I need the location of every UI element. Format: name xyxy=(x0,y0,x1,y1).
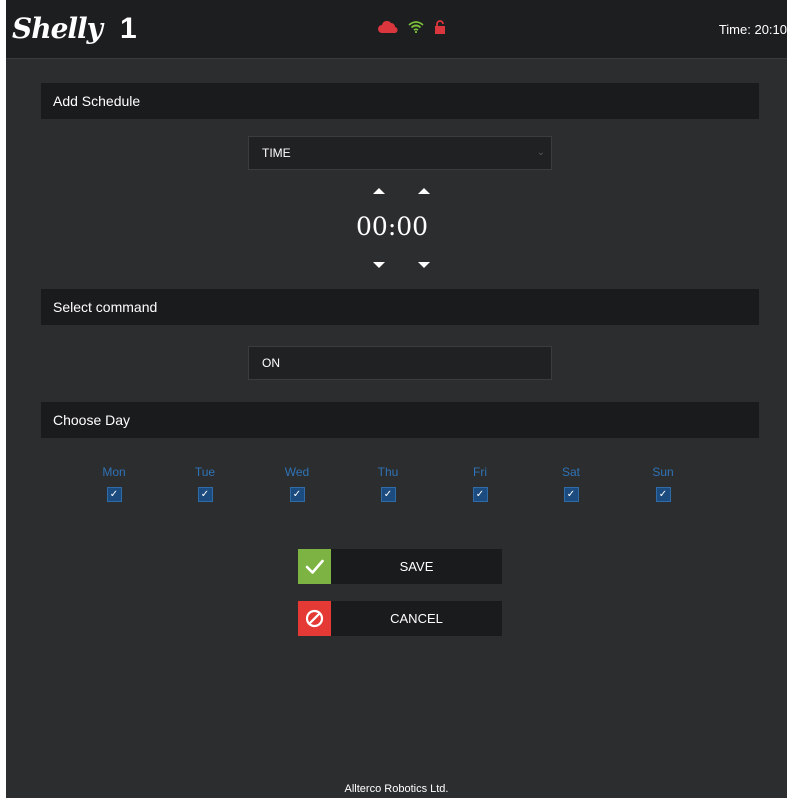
day-checkbox[interactable]: ✓ xyxy=(106,487,122,502)
day-sun: Sun ✓ xyxy=(643,465,683,502)
section-choose-day: Choose Day xyxy=(41,402,759,438)
day-label: Fri xyxy=(473,465,487,479)
day-fri: Fri ✓ xyxy=(460,465,500,502)
section-select-command: Select command xyxy=(41,289,759,325)
day-tue: Tue ✓ xyxy=(185,465,225,502)
app-window: Shelly 1 Time: 20:10 Add Schedule TIME ⌄ xyxy=(6,0,787,798)
device-model: 1 xyxy=(120,12,137,45)
time-display: 00:00 xyxy=(356,212,428,241)
day-sat: Sat ✓ xyxy=(551,465,591,502)
status-icons xyxy=(378,20,446,34)
chevron-down-icon: ⌄ xyxy=(536,147,545,158)
day-label: Wed xyxy=(284,465,310,479)
command-select[interactable]: ON xyxy=(248,346,552,380)
save-button-label: SAVE xyxy=(399,559,434,574)
day-checkbox[interactable]: ✓ xyxy=(289,487,305,502)
cancel-button-label: CANCEL xyxy=(390,611,443,626)
time-separator: : xyxy=(387,212,397,241)
minute-decrement-arrow[interactable] xyxy=(418,262,430,268)
day-label: Thu xyxy=(377,465,399,479)
day-wed: Wed ✓ xyxy=(277,465,317,502)
day-checkbox[interactable]: ✓ xyxy=(472,487,488,502)
day-thu: Thu ✓ xyxy=(368,465,408,502)
schedule-mode-select[interactable]: TIME ⌄ xyxy=(248,136,552,170)
day-checkbox[interactable]: ✓ xyxy=(655,487,671,502)
command-value: ON xyxy=(262,356,280,370)
logo: Shelly xyxy=(12,12,103,45)
lock-open-icon xyxy=(435,20,445,34)
day-label: Sun xyxy=(652,465,674,479)
hour-decrement-arrow[interactable] xyxy=(373,262,385,268)
day-label: Mon xyxy=(102,465,126,479)
footer-company: Allterco Robotics Ltd. xyxy=(344,783,449,795)
minute-increment-arrow[interactable] xyxy=(418,188,430,194)
schedule-mode-value: TIME xyxy=(262,146,291,160)
day-checkbox[interactable]: ✓ xyxy=(380,487,396,502)
hour-increment-arrow[interactable] xyxy=(373,188,385,194)
minutes-value[interactable]: 00 xyxy=(396,212,428,241)
checkmark-icon xyxy=(298,549,331,584)
day-label: Tue xyxy=(194,465,216,479)
cancel-icon xyxy=(298,601,331,636)
day-label: Sat xyxy=(561,465,580,479)
hours-value[interactable]: 00 xyxy=(356,212,388,241)
day-checkbox[interactable]: ✓ xyxy=(197,487,213,502)
day-checkbox[interactable]: ✓ xyxy=(563,487,579,502)
day-mon: Mon ✓ xyxy=(94,465,134,502)
wifi-icon xyxy=(408,21,424,33)
header-bar: Shelly 1 Time: 20:10 xyxy=(6,0,787,59)
section-add-schedule: Add Schedule xyxy=(41,83,759,119)
current-time: Time: 20:10 xyxy=(718,22,787,37)
save-button[interactable]: SAVE xyxy=(298,549,502,584)
cancel-button[interactable]: CANCEL xyxy=(298,601,502,636)
cloud-icon xyxy=(378,21,398,33)
